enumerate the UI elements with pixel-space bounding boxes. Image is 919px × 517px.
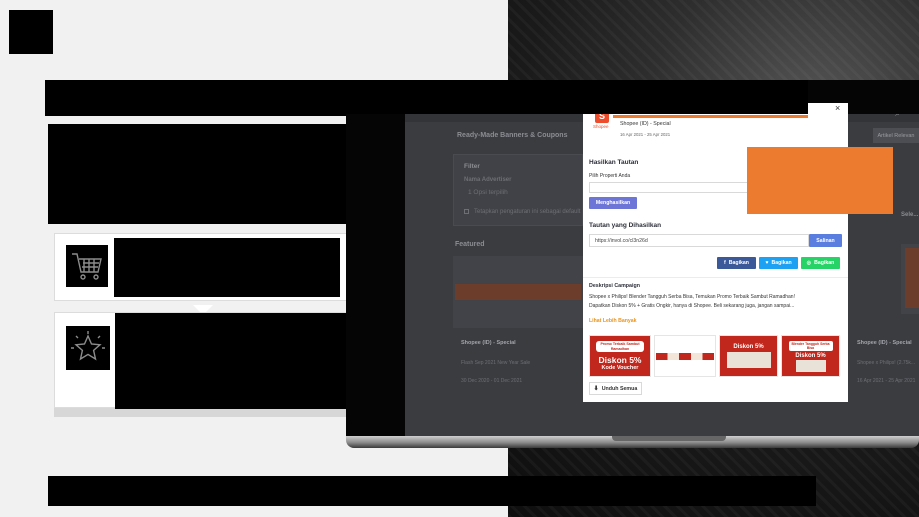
featured-card-2-edge[interactable] (901, 244, 919, 314)
laptop-hinge-notch (612, 436, 726, 441)
banner-thumbnail-4[interactable]: Blender Tangguh Serba Bisa Diskon 5% (781, 335, 840, 377)
campaign-card-date: 16 Apr 2021 - 25 Apr 2021 (857, 378, 916, 384)
feature-card-shopping (54, 233, 347, 301)
campaign-card-2[interactable]: Shopee (ID) - Special Shopee x Philips! … (851, 336, 919, 396)
download-all-button[interactable]: ⬇ Unduh Semua (589, 382, 642, 395)
share-facebook-button[interactable]: f Bagikan (717, 257, 756, 269)
share-twitter-label: Bagikan (771, 260, 792, 266)
campaign-card-date: 30 Dec 2020 - 01 Dec 2021 (461, 378, 523, 384)
intro-text-redacted (48, 124, 347, 224)
share-whatsapp-label: Bagikan (814, 260, 835, 266)
twitter-icon: ♥ (765, 260, 769, 266)
facebook-icon: f (724, 260, 726, 266)
banner-thumbnail-2[interactable] (654, 335, 716, 377)
star-icon (66, 326, 110, 370)
logo-redacted (9, 10, 53, 54)
feature-card-rewards (54, 312, 348, 409)
close-icon[interactable]: × (835, 104, 840, 113)
featured-card-2-banner (905, 248, 919, 308)
page-title: Ready-Made Banners & Coupons (457, 132, 568, 139)
orange-highlight-block (747, 147, 893, 214)
search-icon[interactable]: ⌕ (895, 114, 900, 119)
brand-label: Shopee (593, 124, 609, 129)
thumbnail-headline: Diskon 5% (733, 344, 764, 350)
banner-thumbnail-3[interactable]: Diskon 5% (719, 335, 778, 377)
banner-thumbnail-1[interactable]: Promo Terbaik Sambut Ramadhan Diskon 5% … (589, 335, 651, 377)
result-link-field[interactable]: https://invol.co/cl3n26d (589, 234, 809, 247)
download-icon: ⬇ (593, 386, 599, 392)
advertiser-select[interactable]: 1 Opsi terpilih (468, 189, 508, 196)
thumbnail-caption: Promo Terbaik Sambut Ramadhan (596, 341, 644, 352)
thumbnail-strip (656, 352, 714, 360)
campaign-card-1[interactable]: Shopee (ID) - Special Flash Sep 2021 New… (453, 336, 583, 396)
description-line-1: Shopee x Philips! Blender Tangguh Serba … (589, 294, 795, 300)
default-checkbox-label: Tetapkan pengaturan ini sebagai default (474, 209, 581, 215)
shopping-cart-icon (66, 245, 108, 287)
thumbnail-product (726, 352, 771, 368)
default-checkbox[interactable] (464, 209, 469, 214)
campaign-card-subtitle: Shopee x Philips! (2.75k... (857, 360, 916, 366)
copy-button[interactable]: Salinan (809, 234, 842, 247)
generate-section-heading: Hasilkan Tautan (589, 159, 639, 166)
thumbnail-headline: Diskon 5% (795, 352, 826, 359)
select-all-link[interactable]: Sele... (901, 212, 918, 218)
featured-card-banner (455, 284, 581, 300)
modal-accent-bar (613, 115, 808, 118)
campaign-card-title: Shopee (ID) - Special (461, 340, 516, 346)
campaign-card-title: Shopee (ID) - Special (857, 340, 912, 346)
thumbnail-sub: Kode Voucher (601, 364, 639, 371)
filter-panel: Filter Nama Advertiser 1 Opsi terpilih T… (453, 154, 583, 226)
modal-date-range: 16 Apr 2021 - 25 Apr 2021 (620, 132, 671, 137)
related-articles-button[interactable]: Artikel Relevan (873, 128, 919, 143)
share-facebook-label: Bagikan (728, 260, 749, 266)
headline-redacted-overlap (346, 80, 808, 114)
description-line-2: Dapatkan Diskon 5% + Gratis Ongkir, hany… (589, 303, 795, 309)
campaign-card-subtitle: Flash Sep 2021 New Year Sale (461, 360, 531, 366)
thumbnail-headline: Diskon 5% (598, 354, 642, 365)
generate-button[interactable]: Menghasilkan (589, 197, 637, 209)
thumbnail-caption: Blender Tangguh Serba Bisa (788, 340, 833, 351)
feature-card-text-redacted-2 (115, 313, 348, 409)
result-heading: Tautan yang Dihasilkan (589, 222, 662, 229)
share-whatsapp-button[interactable]: ◎ Bagikan (801, 257, 840, 269)
whatsapp-icon: ◎ (806, 260, 812, 266)
see-more-link[interactable]: Lihat Lebih Banyak (589, 318, 637, 324)
divider (583, 277, 848, 278)
property-label: Pilih Properti Anda (589, 173, 631, 179)
share-twitter-button[interactable]: ♥ Bagikan (759, 257, 798, 269)
feature-card-text-redacted (114, 238, 340, 297)
advertiser-label: Nama Advertiser (464, 177, 512, 183)
modal-campaign-title: Shopee (ID) - Special (620, 121, 671, 127)
description-heading: Deskripsi Campaign (589, 283, 640, 289)
featured-heading: Featured (455, 241, 485, 248)
featured-card-1[interactable] (453, 256, 583, 328)
thumbnail-product (795, 359, 826, 372)
download-all-label: Unduh Semua (601, 385, 638, 392)
filter-title: Filter (464, 163, 480, 170)
footer-text-redacted (48, 476, 816, 506)
